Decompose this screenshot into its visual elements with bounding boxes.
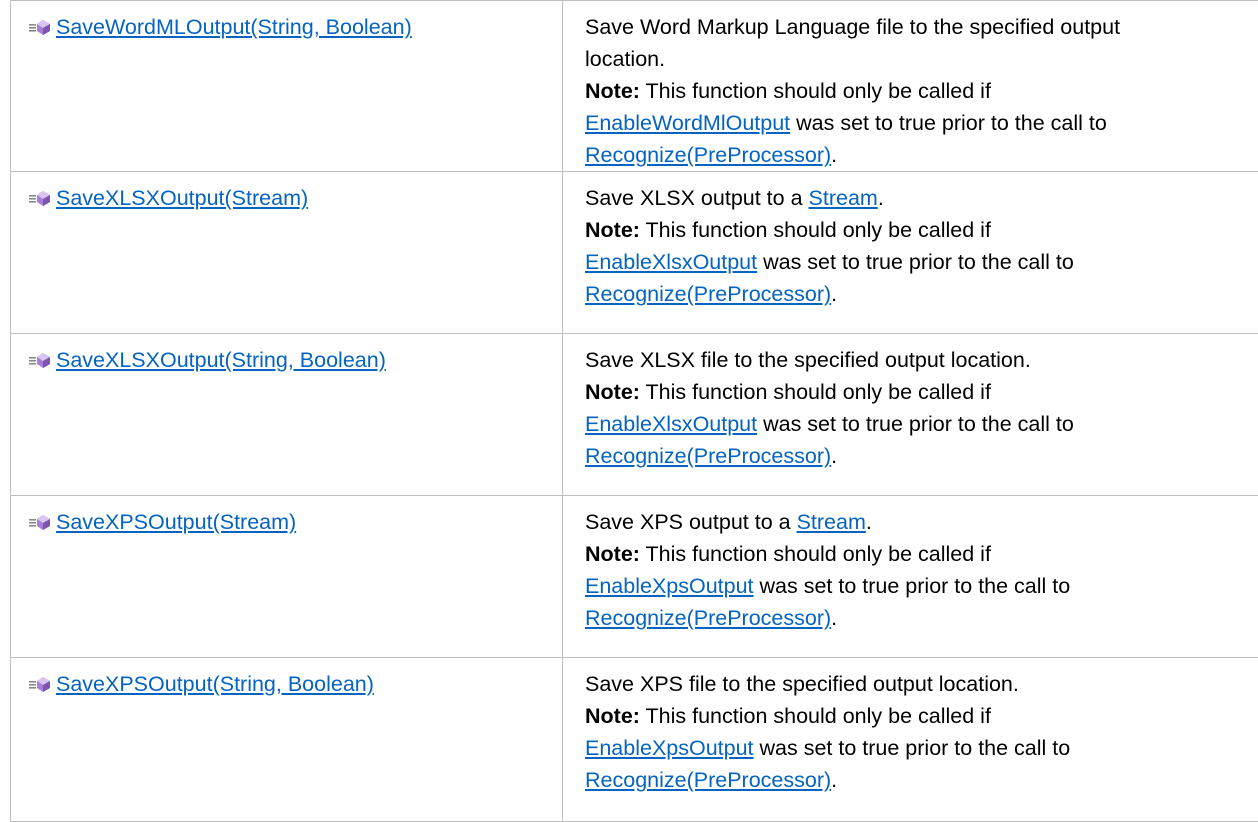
description-line: Save XLSX output to a Stream. — [585, 182, 1258, 214]
method-name-cell: SaveWordMLOutput(String, Boolean) — [10, 0, 563, 172]
method-description-cell: Save XPS file to the specified output lo… — [562, 657, 1258, 822]
description-text: . — [831, 768, 838, 792]
note-label: Note: — [585, 542, 640, 566]
reference-link[interactable]: Recognize(PreProcessor) — [585, 143, 831, 167]
reference-link[interactable]: EnableXpsOutput — [585, 736, 754, 760]
description-line: Recognize(PreProcessor). — [585, 440, 1258, 472]
description-line: EnableXlsxOutput was set to true prior t… — [585, 246, 1258, 278]
public-method-icon — [29, 670, 51, 692]
methods-table: SaveWordMLOutput(String, Boolean) Save Wo… — [10, 0, 1258, 822]
description-text: Save Word Markup Language file to the sp… — [585, 15, 1121, 39]
description-text: . — [831, 444, 838, 468]
description-text: This function should only be called if — [639, 542, 991, 566]
method-description-cell: Save Word Markup Language file to the sp… — [562, 0, 1258, 172]
description-text: . — [831, 606, 838, 630]
description-text: . — [877, 186, 884, 210]
description-text: This function should only be called if — [639, 79, 991, 103]
note-label: Note: — [585, 704, 640, 728]
method-description-cell: Save XPS output to a Stream. Note: This f… — [562, 495, 1258, 658]
method-name-cell: SaveXPSOutput(Stream) — [10, 495, 563, 658]
table-row: SaveXPSOutput(String, Boolean) Save XPS f… — [10, 657, 1258, 822]
public-method-icon — [29, 508, 51, 530]
note-label: Note: — [585, 79, 640, 103]
description-line: Recognize(PreProcessor). — [585, 278, 1258, 310]
method-name-cell: SaveXLSXOutput(String, Boolean) — [10, 333, 563, 496]
method-name-cell: SaveXPSOutput(String, Boolean) — [10, 657, 563, 822]
table-row: SaveXLSXOutput(Stream) Save XLSX output t… — [10, 171, 1258, 334]
description-text: Save XPS file to the specified output lo… — [585, 672, 1019, 696]
description-line: EnableXlsxOutput was set to true prior t… — [585, 408, 1258, 440]
method-name-cell: SaveXLSXOutput(Stream) — [10, 171, 563, 334]
method-link[interactable]: SaveWordMLOutput(String, Boolean) — [56, 15, 412, 39]
method-description-cell: Save XLSX file to the specified output l… — [562, 333, 1258, 496]
type-link[interactable]: Stream — [797, 510, 866, 534]
public-method-icon — [29, 13, 51, 35]
note-label: Note: — [585, 218, 640, 242]
description-text: . — [865, 510, 872, 534]
description-line: Recognize(PreProcessor). — [585, 602, 1258, 634]
description-line: EnableXpsOutput was set to true prior to… — [585, 570, 1258, 602]
reference-link[interactable]: Recognize(PreProcessor) — [585, 606, 831, 630]
description-line: EnableXpsOutput was set to true prior to… — [585, 732, 1258, 764]
description-line: Recognize(PreProcessor). — [585, 764, 1258, 796]
description-text: was set to true prior to the call to — [790, 111, 1107, 135]
description-text: was set to true prior to the call to — [753, 574, 1071, 598]
description-text: was set to true prior to the call to — [757, 250, 1074, 274]
public-method-icon — [29, 184, 51, 206]
description-text: Save XLSX output to a — [585, 186, 809, 210]
method-link[interactable]: SaveXLSXOutput(String, Boolean) — [56, 348, 386, 372]
description-line: Note: This function should only be calle… — [585, 376, 1258, 408]
description-line: location. — [585, 43, 1258, 75]
reference-link[interactable]: EnableWordMlOutput — [585, 111, 790, 135]
reference-link[interactable]: Recognize(PreProcessor) — [585, 444, 831, 468]
description-line: EnableWordMlOutput was set to true prior… — [585, 107, 1258, 139]
description-line: Recognize(PreProcessor). — [585, 139, 1258, 171]
method-link[interactable]: SaveXPSOutput(String, Boolean) — [56, 672, 374, 696]
table-row: SaveXPSOutput(Stream) Save XPS output to … — [10, 495, 1258, 658]
methods-table-body: SaveWordMLOutput(String, Boolean) Save Wo… — [10, 0, 1258, 822]
note-label: Note: — [585, 380, 640, 404]
description-text: This function should only be called if — [639, 704, 991, 728]
reference-link[interactable]: EnableXlsxOutput — [585, 250, 757, 274]
description-text: . — [831, 143, 838, 167]
type-link[interactable]: Stream — [809, 186, 878, 210]
description-line: Note: This function should only be calle… — [585, 538, 1258, 570]
description-text: This function should only be called if — [639, 380, 991, 404]
public-method-icon — [29, 346, 51, 368]
description-text: was set to true prior to the call to — [757, 412, 1074, 436]
reference-link[interactable]: Recognize(PreProcessor) — [585, 768, 831, 792]
table-row: SaveXLSXOutput(String, Boolean) Save XLSX… — [10, 333, 1258, 496]
reference-link[interactable]: EnableXlsxOutput — [585, 412, 757, 436]
description-line: Note: This function should only be calle… — [585, 214, 1258, 246]
reference-link[interactable]: EnableXpsOutput — [585, 574, 754, 598]
description-line: Save XPS file to the specified output lo… — [585, 668, 1258, 700]
description-text: Save XLSX file to the specified output l… — [585, 348, 1031, 372]
method-link[interactable]: SaveXPSOutput(Stream) — [56, 510, 296, 534]
description-line: Note: This function should only be calle… — [585, 700, 1258, 732]
description-text: . — [831, 282, 838, 306]
description-text: Save XPS output to a — [585, 510, 797, 534]
method-link[interactable]: SaveXLSXOutput(Stream) — [56, 186, 308, 210]
description-line: Save Word Markup Language file to the sp… — [585, 11, 1258, 43]
method-description-cell: Save XLSX output to a Stream. Note: This … — [562, 171, 1258, 334]
description-line: Note: This function should only be calle… — [585, 75, 1258, 107]
description-text: location. — [585, 47, 666, 71]
description-text: This function should only be called if — [639, 218, 991, 242]
description-line: Save XPS output to a Stream. — [585, 506, 1258, 538]
table-row: SaveWordMLOutput(String, Boolean) Save Wo… — [10, 0, 1258, 172]
description-text: was set to true prior to the call to — [753, 736, 1071, 760]
description-line: Save XLSX file to the specified output l… — [585, 344, 1258, 376]
reference-link[interactable]: Recognize(PreProcessor) — [585, 282, 831, 306]
